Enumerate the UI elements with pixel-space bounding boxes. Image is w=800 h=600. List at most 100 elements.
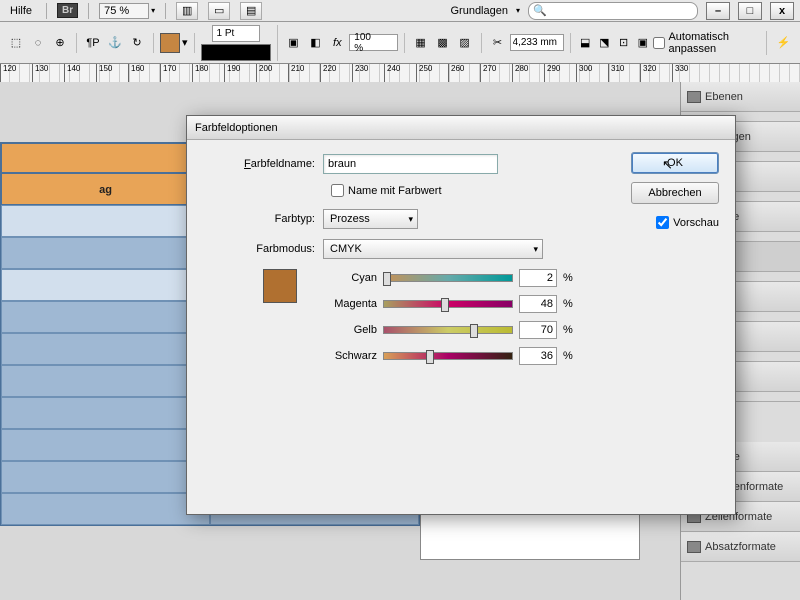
- stroke-weight-select[interactable]: 1 Pt: [212, 25, 260, 42]
- swatch-name-input[interactable]: [323, 154, 498, 174]
- text-wrap-around-icon[interactable]: ▩: [433, 33, 453, 53]
- black-slider[interactable]: [383, 352, 513, 360]
- paragraph-icon[interactable]: ¶P: [83, 33, 103, 53]
- view-options-icon[interactable]: ▥: [176, 2, 198, 20]
- horizontal-ruler: 1201301401501601701801902002102202302402…: [0, 64, 800, 82]
- panel-tab[interactable]: Absatzformate: [681, 532, 800, 562]
- percent-label: %: [563, 350, 577, 362]
- selection-dashed-icon[interactable]: ◌: [28, 33, 48, 53]
- ok-button-label: OK: [667, 157, 683, 169]
- ruler-tick: 320: [640, 64, 672, 82]
- arrange-icon[interactable]: ▤: [240, 2, 262, 20]
- fill-swatch[interactable]: [160, 33, 180, 53]
- ruler-tick: 240: [384, 64, 416, 82]
- fit-frame-icon[interactable]: ⬔: [596, 33, 613, 53]
- rotate-icon[interactable]: ↻: [127, 33, 147, 53]
- ruler-tick: 270: [480, 64, 512, 82]
- dialog-titlebar[interactable]: Farbfeldoptionen: [187, 116, 735, 140]
- center-content-icon[interactable]: ⊡: [615, 33, 632, 53]
- swatch-name-label: Farbfeldname:: [203, 158, 323, 170]
- swatch-options-dialog: Farbfeldoptionen Farbfeldname: Name mit …: [186, 115, 736, 515]
- text-wrap-icon[interactable]: ▦: [411, 33, 431, 53]
- frame-width-input[interactable]: [510, 34, 564, 51]
- ruler-tick: 310: [608, 64, 640, 82]
- window-close-button[interactable]: x: [770, 2, 794, 20]
- search-input[interactable]: 🔍: [528, 2, 698, 20]
- drop-shadow-icon[interactable]: ◧: [305, 33, 325, 53]
- fit-content-icon[interactable]: ⬓: [577, 33, 594, 53]
- zoom-value[interactable]: 75 %: [99, 3, 149, 19]
- cancel-button-label: Abbrechen: [648, 187, 701, 199]
- ruler-tick: 300: [576, 64, 608, 82]
- ruler-tick: 160: [128, 64, 160, 82]
- menu-separator: [88, 3, 89, 19]
- black-value-input[interactable]: [519, 347, 557, 365]
- color-mode-label: Farbmodus:: [203, 243, 323, 255]
- window-minimize-button[interactable]: –: [706, 2, 730, 20]
- window-maximize-button[interactable]: □: [738, 2, 762, 20]
- workspace-switcher[interactable]: Grundlagen: [450, 5, 508, 17]
- black-label: Schwarz: [317, 350, 377, 362]
- dialog-title: Farbfeldoptionen: [195, 122, 278, 134]
- stroke-style-preview[interactable]: [201, 44, 271, 61]
- bridge-badge[interactable]: Br: [57, 3, 78, 18]
- zoom-control[interactable]: 75 % ▾: [99, 3, 155, 19]
- color-type-select[interactable]: Prozess: [323, 209, 418, 229]
- panel-label: Ebenen: [705, 91, 743, 103]
- table-header-cell: ag: [1, 173, 210, 205]
- percent-label: %: [563, 272, 577, 284]
- panel-tab[interactable]: Ebenen: [681, 82, 800, 112]
- content-grabber-icon[interactable]: ⊕: [50, 33, 70, 53]
- panel-icon: [687, 541, 701, 553]
- chevron-down-icon[interactable]: ▾: [516, 6, 520, 15]
- ruler-tick: 130: [32, 64, 64, 82]
- ruler-tick: 210: [288, 64, 320, 82]
- preview-checkbox[interactable]: Vorschau: [656, 216, 719, 229]
- yellow-label: Gelb: [317, 324, 377, 336]
- crop-icon[interactable]: ✂: [488, 33, 508, 53]
- ok-button[interactable]: OK ↖: [631, 152, 719, 174]
- menu-help[interactable]: Hilfe: [6, 3, 36, 19]
- chevron-down-icon[interactable]: ▾: [151, 6, 155, 15]
- percent-label: %: [563, 324, 577, 336]
- anchor-icon[interactable]: ⚓: [105, 33, 125, 53]
- name-with-value-checkbox[interactable]: [331, 184, 344, 197]
- yellow-value-input[interactable]: [519, 321, 557, 339]
- ruler-tick: 230: [352, 64, 384, 82]
- auto-fit-label: Automatisch anpassen: [668, 31, 760, 55]
- color-type-label: Farbtyp:: [203, 213, 323, 225]
- cyan-value-input[interactable]: [519, 269, 557, 287]
- selection-icon[interactable]: ⬚: [6, 33, 26, 53]
- ruler-tick: 170: [160, 64, 192, 82]
- yellow-slider[interactable]: [383, 326, 513, 334]
- menu-separator: [46, 3, 47, 19]
- fill-frame-icon[interactable]: ▣: [634, 33, 651, 53]
- cyan-slider[interactable]: [383, 274, 513, 282]
- auto-fit-box[interactable]: [653, 37, 665, 49]
- effects-icon[interactable]: ▣: [284, 33, 304, 53]
- auto-fit-checkbox[interactable]: Automatisch anpassen: [653, 31, 760, 55]
- cyan-label: Cyan: [317, 272, 377, 284]
- text-wrap-jump-icon[interactable]: ▨: [455, 33, 475, 53]
- menu-bar: Hilfe Br 75 % ▾ ▥ ▭ ▤ Grundlagen ▾ 🔍 – □…: [0, 0, 800, 22]
- ruler-tick: 180: [192, 64, 224, 82]
- ruler-tick: 220: [320, 64, 352, 82]
- preview-box[interactable]: [656, 216, 669, 229]
- opacity-select[interactable]: 100 %: [349, 34, 397, 51]
- magenta-slider[interactable]: [383, 300, 513, 308]
- quick-apply-icon[interactable]: ⚡: [773, 36, 794, 49]
- name-with-value-label: Name mit Farbwert: [348, 185, 442, 197]
- ruler-tick: 330: [672, 64, 704, 82]
- percent-label: %: [563, 298, 577, 310]
- ruler-tick: 200: [256, 64, 288, 82]
- preview-label: Vorschau: [673, 217, 719, 229]
- fx-icon[interactable]: fx: [327, 33, 347, 53]
- panel-icon: [687, 91, 701, 103]
- magenta-value-input[interactable]: [519, 295, 557, 313]
- screen-mode-icon[interactable]: ▭: [208, 2, 230, 20]
- menu-separator: [165, 3, 166, 19]
- control-toolbar: ⬚ ◌ ⊕ ¶P ⚓ ↻ ▾ 1 Pt ▣ ◧ fx 100 % ▦ ▩ ▨ ✂…: [0, 22, 800, 64]
- color-mode-select[interactable]: CMYK: [323, 239, 543, 259]
- chevron-down-icon[interactable]: ▾: [182, 36, 188, 49]
- cancel-button[interactable]: Abbrechen: [631, 182, 719, 204]
